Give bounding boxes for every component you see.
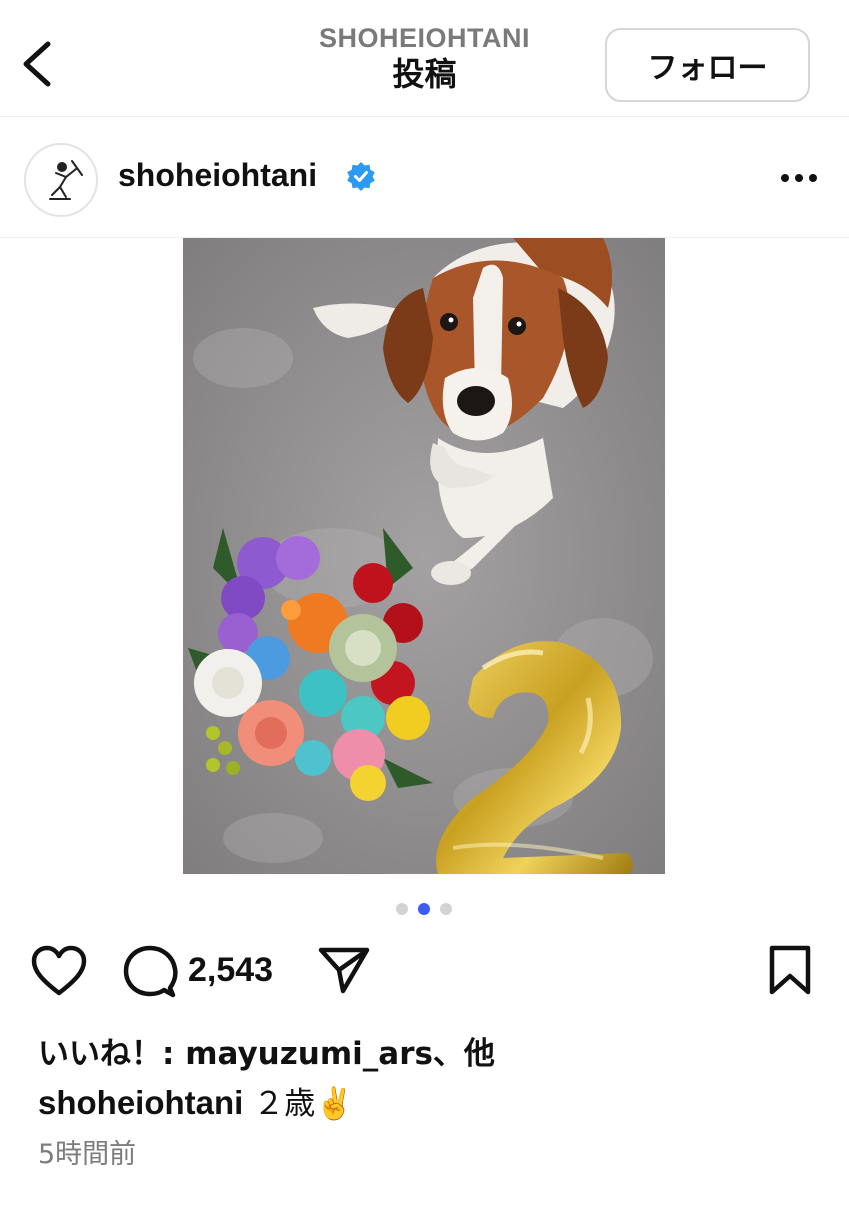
carousel-dot-active xyxy=(418,903,430,915)
carousel-dot xyxy=(396,903,408,915)
caption-text: ２歳 xyxy=(253,1086,316,1122)
follow-button[interactable]: フォロー xyxy=(605,28,810,102)
comment-bubble-icon[interactable] xyxy=(122,944,178,1000)
post-username[interactable]: shoheiohtani xyxy=(118,157,317,194)
heart-icon[interactable] xyxy=(30,944,88,998)
post-image[interactable] xyxy=(183,238,665,874)
comment-count: 2,543 xyxy=(188,951,274,989)
paper-plane-icon[interactable] xyxy=(316,944,372,996)
bookmark-icon[interactable] xyxy=(766,944,814,996)
likes-summary[interactable]: いいね！: mayuzumi_ars、他 xyxy=(38,1028,495,1073)
batter-sketch-icon xyxy=(49,160,83,200)
verified-badge-icon xyxy=(347,162,375,191)
post-timestamp: 5時間前 xyxy=(38,1139,137,1170)
carousel-indicator xyxy=(394,902,456,916)
caption: shoheiohtani ２歳✌️ xyxy=(38,1078,354,1123)
caption-username[interactable]: shoheiohtani xyxy=(38,1084,243,1121)
top-bar: SHOHEIOHTANI 投稿 フォロー xyxy=(0,0,849,117)
post-photo-illustration xyxy=(183,238,665,874)
carousel-dot xyxy=(440,903,452,915)
more-options-button[interactable] xyxy=(776,163,822,193)
avatar[interactable] xyxy=(24,143,98,217)
post-author-row: shoheiohtani xyxy=(0,117,849,238)
victory-hand-emoji: ✌️ xyxy=(315,1086,354,1122)
